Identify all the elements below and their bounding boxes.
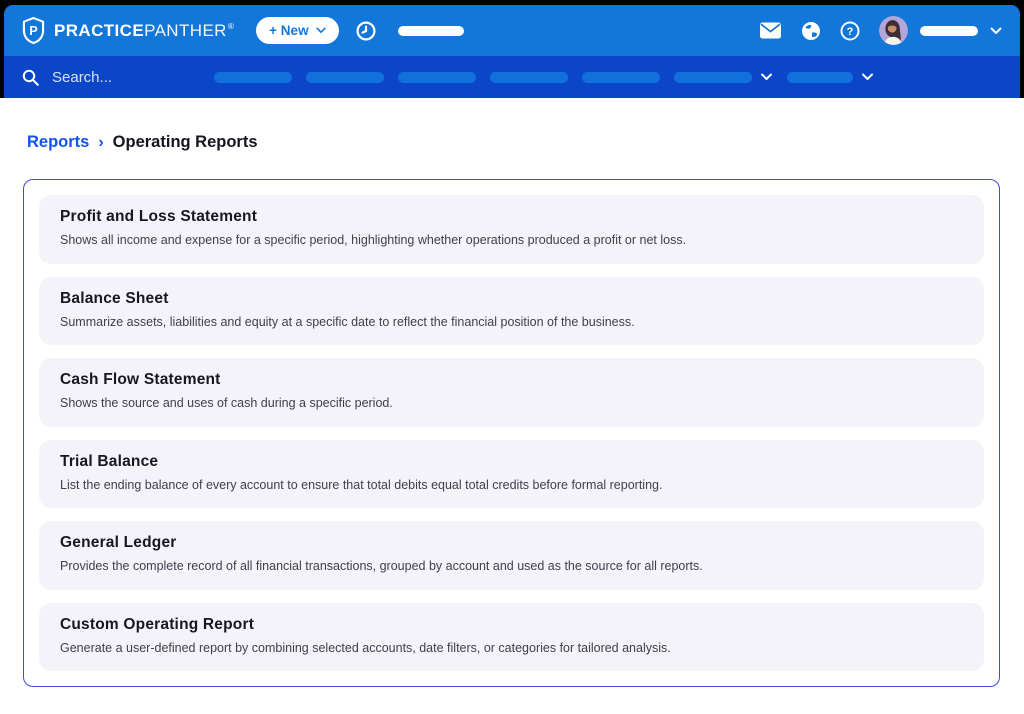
report-description: Shows the source and uses of cash during…: [60, 396, 963, 410]
chevron-down-icon: [861, 73, 874, 81]
report-title: Profit and Loss Statement: [60, 208, 963, 226]
nav-item-placeholder[interactable]: [398, 72, 476, 83]
window-frame: P PRACTICEPANTHER® + New: [0, 0, 1024, 98]
breadcrumb-separator-icon: ›: [98, 134, 103, 152]
nav-item-redacted-label: [582, 72, 660, 83]
chevron-down-icon: [760, 73, 773, 81]
page-title: Operating Reports: [113, 133, 258, 152]
topbar-actions: ?: [759, 16, 1002, 45]
svg-text:P: P: [29, 24, 37, 38]
nav-item-placeholder[interactable]: [214, 72, 292, 83]
timer-button[interactable]: [356, 21, 376, 41]
report-description: Provides the complete record of all fina…: [60, 559, 963, 573]
nav-item-redacted-label: [214, 72, 292, 83]
nav-item-placeholder[interactable]: [787, 72, 874, 83]
new-button-label: + New: [269, 23, 308, 38]
report-title: Cash Flow Statement: [60, 371, 963, 389]
timer-text-placeholder: [398, 26, 464, 36]
language-button[interactable]: [801, 21, 821, 41]
search-box[interactable]: [22, 68, 168, 87]
nav-item-redacted-label: [306, 72, 384, 83]
report-card[interactable]: Profit and Loss Statement Shows all inco…: [39, 195, 984, 264]
breadcrumb-reports-link[interactable]: Reports: [27, 133, 89, 152]
report-title: Balance Sheet: [60, 290, 963, 308]
nav-item-redacted-label: [674, 72, 752, 83]
shield-logo-icon: P: [22, 17, 45, 44]
brand-name-light: PANTHER: [144, 21, 227, 40]
report-title: Custom Operating Report: [60, 616, 963, 634]
user-menu[interactable]: [879, 16, 1002, 45]
report-description: Summarize assets, liabilities and equity…: [60, 315, 963, 329]
nav-item-redacted-label: [398, 72, 476, 83]
user-name-placeholder: [920, 26, 978, 36]
report-card[interactable]: Balance Sheet Summarize assets, liabilit…: [39, 277, 984, 346]
search-icon: [22, 69, 39, 86]
brand-name: PRACTICEPANTHER®: [54, 21, 234, 41]
report-card[interactable]: General Ledger Provides the complete rec…: [39, 521, 984, 590]
report-card[interactable]: Custom Operating Report Generate a user-…: [39, 603, 984, 672]
svg-text:?: ?: [847, 26, 854, 38]
app-header: P PRACTICEPANTHER® + New: [4, 5, 1020, 98]
report-description: List the ending balance of every account…: [60, 478, 963, 492]
brand-name-bold: PRACTICE: [54, 21, 144, 40]
nav-item-placeholder[interactable]: [306, 72, 384, 83]
new-button[interactable]: + New: [256, 17, 338, 44]
clock-icon: [356, 21, 376, 41]
brand-logo[interactable]: P PRACTICEPANTHER®: [22, 17, 234, 44]
help-button[interactable]: ?: [840, 21, 860, 41]
globe-icon: [801, 21, 821, 41]
report-description: Shows all income and expense for a speci…: [60, 233, 963, 247]
navbar: [4, 56, 1020, 98]
report-card[interactable]: Trial Balance List the ending balance of…: [39, 440, 984, 509]
topbar: P PRACTICEPANTHER® + New: [4, 5, 1020, 56]
nav-item-placeholder[interactable]: [582, 72, 660, 83]
report-description: Generate a user-defined report by combin…: [60, 641, 963, 655]
chevron-down-icon: [316, 27, 326, 34]
mail-icon: [759, 22, 782, 39]
nav-item-placeholder[interactable]: [674, 72, 773, 83]
breadcrumb: Reports › Operating Reports: [0, 98, 1024, 152]
chevron-down-icon: [990, 27, 1002, 35]
nav-menu: [214, 72, 888, 83]
search-input[interactable]: [50, 68, 168, 87]
report-title: General Ledger: [60, 534, 963, 552]
nav-item-placeholder[interactable]: [490, 72, 568, 83]
help-icon: ?: [840, 21, 860, 41]
registered-mark: ®: [228, 22, 234, 31]
user-avatar: [879, 16, 908, 45]
nav-item-redacted-label: [490, 72, 568, 83]
nav-item-redacted-label: [787, 72, 853, 83]
report-title: Trial Balance: [60, 453, 963, 471]
operating-reports-panel: Profit and Loss Statement Shows all inco…: [23, 179, 1000, 687]
main-content: Reports › Operating Reports Profit and L…: [0, 98, 1024, 687]
messages-button[interactable]: [759, 22, 782, 39]
report-card[interactable]: Cash Flow Statement Shows the source and…: [39, 358, 984, 427]
